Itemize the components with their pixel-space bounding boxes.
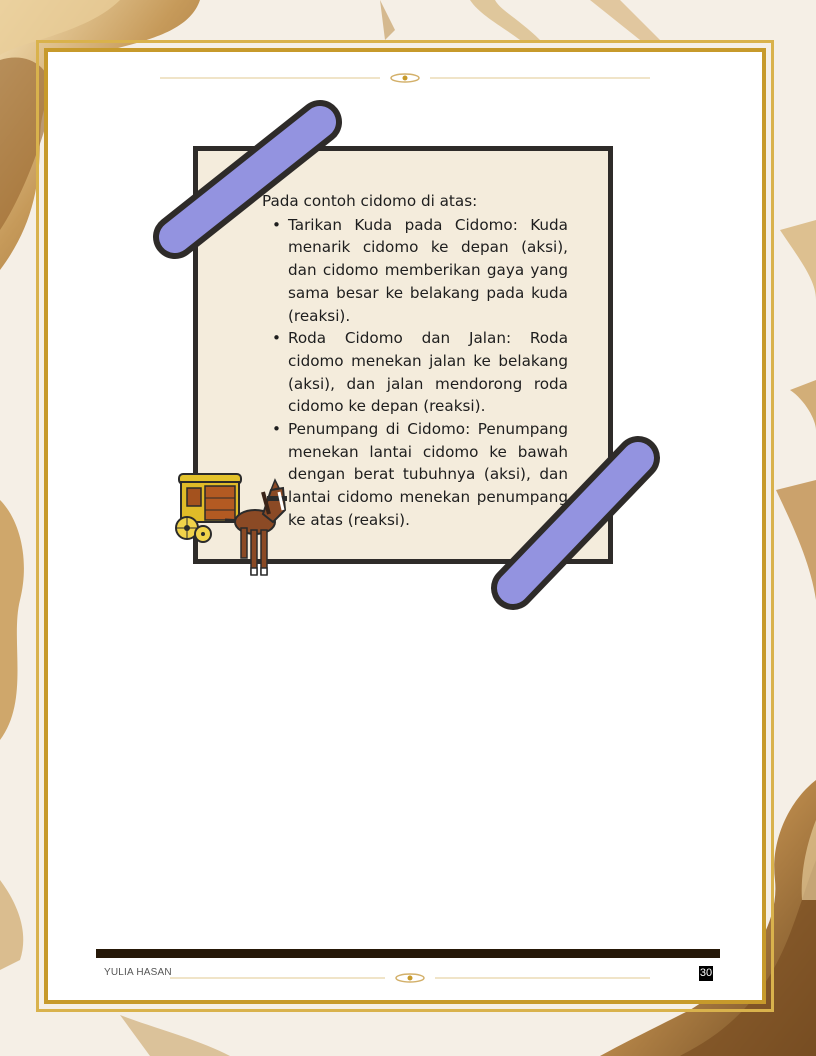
tape-bottom-right <box>491 436 660 610</box>
bullet-text: Roda Cidomo dan Jalan: Roda cidomo menek… <box>288 329 568 416</box>
page-number: 30 <box>699 966 713 981</box>
bullet-dot: • <box>272 329 281 348</box>
tape-top-left <box>153 100 342 259</box>
top-ornament <box>160 73 650 83</box>
bullet-item: • Roda Cidomo dan Jalan: Roda cidomo mene… <box>272 327 568 418</box>
footer-divider <box>96 949 720 958</box>
bottom-ornament <box>170 973 650 983</box>
footer-author: YULIA HASAN <box>104 967 172 978</box>
horse-cart-illustration <box>175 473 287 576</box>
bullet-dot: • <box>272 420 281 439</box>
